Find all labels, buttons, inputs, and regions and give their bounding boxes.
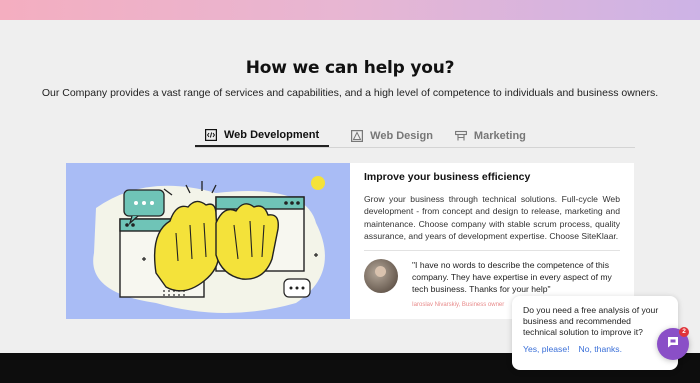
high-five-illustration bbox=[66, 163, 350, 319]
marketing-icon bbox=[454, 130, 467, 142]
chat-no-button[interactable]: No, thanks. bbox=[579, 344, 622, 354]
card-description: Grow your business through technical sol… bbox=[364, 194, 620, 242]
service-tabs: Web Development Web Design Marketing bbox=[195, 124, 536, 148]
tab-web-design[interactable]: Web Design bbox=[341, 124, 443, 147]
tab-label: Web Development bbox=[224, 128, 320, 141]
chat-prompt-popup: Do you need a free analysis of your busi… bbox=[512, 296, 678, 370]
card-content: Improve your business efficiency Grow yo… bbox=[364, 171, 620, 308]
card-separator bbox=[364, 249, 620, 251]
chat-actions: Yes, please! No, thanks. bbox=[523, 344, 667, 354]
avatar bbox=[364, 258, 398, 293]
top-gradient-band bbox=[0, 0, 700, 20]
chat-bubble-icon bbox=[666, 335, 680, 354]
card-title: Improve your business efficiency bbox=[364, 171, 531, 183]
chat-message: Do you need a free analysis of your busi… bbox=[523, 305, 659, 337]
notification-badge: 2 bbox=[679, 327, 689, 337]
tabs-divider bbox=[195, 147, 635, 148]
tab-marketing[interactable]: Marketing bbox=[445, 124, 536, 147]
tab-web-development[interactable]: Web Development bbox=[195, 124, 330, 147]
chat-yes-button[interactable]: Yes, please! bbox=[523, 344, 570, 354]
tab-label: Marketing bbox=[473, 129, 526, 142]
section-title: How we can help you? bbox=[245, 58, 455, 78]
section-subtitle: Our Company provides a vast range of ser… bbox=[41, 87, 659, 99]
design-icon bbox=[351, 129, 364, 142]
testimonial-quote: "I have no words to describe the compete… bbox=[412, 259, 612, 295]
tab-label: Web Design bbox=[370, 129, 433, 142]
code-icon bbox=[205, 128, 218, 141]
